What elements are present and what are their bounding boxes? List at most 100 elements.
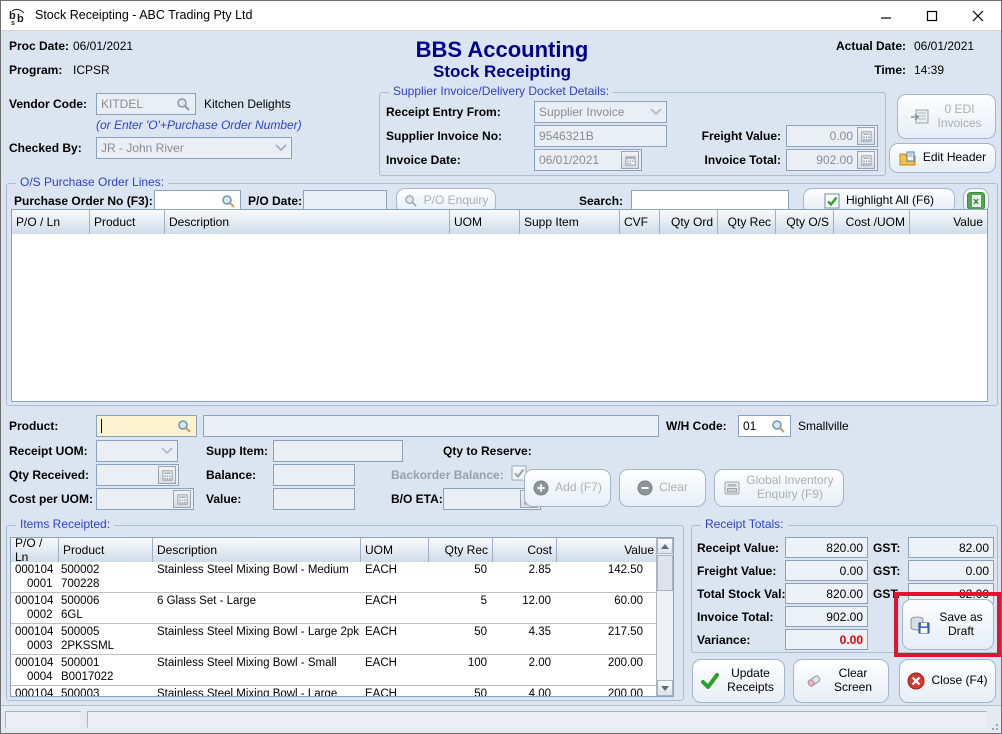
time-value: 14:39 bbox=[914, 63, 944, 77]
freight-value: 0.00 bbox=[830, 129, 853, 143]
po-date-label: P/O Date: bbox=[248, 194, 302, 208]
vendor-code-value: KITDEL bbox=[101, 97, 143, 111]
bo-eta-label: B/O ETA: bbox=[391, 492, 443, 506]
value-input bbox=[273, 488, 355, 510]
folder-edit-icon bbox=[899, 151, 917, 166]
table-row[interactable]: 0001040002 5000066GL 6 Glass Set - Large… bbox=[11, 593, 656, 624]
green-check-icon bbox=[701, 673, 719, 689]
invoice-total-sum-box: 902.00 bbox=[785, 606, 868, 627]
variance-box: 0.00 bbox=[785, 629, 868, 650]
product-label: Product: bbox=[9, 419, 58, 433]
checked-by-select: JR - John River bbox=[96, 137, 292, 159]
qty-received-label: Qty Received: bbox=[9, 468, 89, 482]
svg-text:s: s bbox=[11, 20, 15, 26]
items-col-header: Product bbox=[59, 538, 153, 562]
scroll-down-button[interactable] bbox=[657, 680, 673, 696]
items-table: P/O / Ln Product Description UOM Qty Rec… bbox=[10, 537, 674, 697]
app-window: b b s Stock Receipting - ABC Trading Pty… bbox=[0, 0, 1002, 734]
close-form-button[interactable]: Close (F4) bbox=[899, 659, 996, 703]
save-as-draft-label: Save as Draft bbox=[936, 611, 986, 639]
items-col-header: Description bbox=[153, 538, 361, 562]
inventory-icon bbox=[724, 481, 740, 495]
program-label: Program: bbox=[9, 63, 62, 77]
clear-screen-button[interactable]: Clear Screen bbox=[793, 659, 889, 703]
calculator-icon bbox=[173, 490, 191, 508]
status-message-area bbox=[87, 711, 987, 728]
items-scrollbar[interactable] bbox=[656, 538, 673, 696]
invoice-date-input: 06/01/2021 bbox=[534, 149, 642, 171]
supp-item-input bbox=[273, 440, 403, 462]
update-receipts-label: Update Receipts bbox=[725, 667, 777, 695]
scroll-thumb[interactable] bbox=[657, 555, 673, 591]
po-col-header: Qty Rec bbox=[718, 210, 776, 234]
table-row[interactable]: 0001040004 500001B0017022 Stainless Stee… bbox=[11, 655, 656, 686]
status-bar bbox=[1, 705, 1001, 733]
resize-grip[interactable] bbox=[989, 721, 999, 731]
items-col-header: Cost bbox=[493, 538, 557, 562]
gst-label: GST: bbox=[873, 564, 900, 578]
global-inventory-label: Global Inventory Enquiry (F9) bbox=[746, 474, 834, 502]
po-col-header: P/O / Ln bbox=[12, 210, 90, 234]
scroll-up-button[interactable] bbox=[657, 538, 673, 554]
receipt-entry-from-select: Supplier Invoice bbox=[534, 101, 667, 123]
edi-invoices-button: 0 EDI Invoices bbox=[897, 94, 996, 139]
receipt-value-box: 820.00 bbox=[785, 537, 868, 558]
supplier-invoice-no-input: 9546321B bbox=[534, 125, 667, 147]
checked-checkbox-icon bbox=[824, 193, 840, 209]
balance-input bbox=[273, 464, 355, 486]
arrow-down-icon bbox=[661, 686, 669, 691]
items-receipted-legend: Items Receipted: bbox=[16, 517, 114, 531]
magnifier-icon bbox=[176, 97, 191, 112]
chevron-down-icon bbox=[275, 144, 287, 152]
maximize-button[interactable] bbox=[909, 1, 955, 31]
wh-name: Smallville bbox=[798, 419, 849, 433]
receipt-value-label: Receipt Value: bbox=[697, 541, 779, 555]
po-table-body[interactable] bbox=[12, 234, 987, 401]
cost-per-uom-label: Cost per UOM: bbox=[9, 492, 93, 506]
excel-icon bbox=[967, 192, 985, 210]
title-bar: b b s Stock Receipting - ABC Trading Pty… bbox=[1, 1, 1001, 31]
wh-code-label: W/H Code: bbox=[666, 419, 727, 433]
magnifier-icon bbox=[177, 419, 192, 434]
invoice-date-value: 06/01/2021 bbox=[539, 153, 599, 167]
po-col-header: CVF bbox=[620, 210, 660, 234]
items-col-header: Qty Rec bbox=[429, 538, 493, 562]
update-receipts-button[interactable]: Update Receipts bbox=[692, 659, 785, 703]
arrow-up-icon bbox=[661, 544, 669, 549]
freight-value-input: 0.00 bbox=[786, 125, 878, 147]
close-icon bbox=[973, 11, 983, 21]
invoice-total-sum-label: Invoice Total: bbox=[697, 610, 773, 624]
edit-header-button[interactable]: Edit Header bbox=[889, 143, 996, 173]
invoice-date-label: Invoice Date: bbox=[386, 153, 461, 167]
table-row[interactable]: 0001040001 500002700228 Stainless Steel … bbox=[11, 562, 656, 593]
app-logo-icon: b b s bbox=[9, 7, 28, 26]
freight-total-label: Freight Value: bbox=[697, 564, 776, 578]
close-button[interactable] bbox=[955, 1, 1001, 31]
clear-screen-label: Clear Screen bbox=[829, 667, 877, 695]
checked-by-label: Checked By: bbox=[9, 141, 82, 155]
freight-total-box: 0.00 bbox=[785, 560, 868, 581]
highlight-all-label: Highlight All (F6) bbox=[846, 194, 934, 208]
balance-label: Balance: bbox=[206, 468, 256, 482]
save-as-draft-button[interactable]: Save as Draft bbox=[902, 599, 994, 650]
search-label: Search: bbox=[579, 194, 623, 208]
backorder-balance-label: Backorder Balance: bbox=[391, 468, 504, 482]
table-row[interactable]: 000104 500003 Stainless Steel Mixing Bow… bbox=[11, 686, 656, 696]
status-cell bbox=[5, 711, 81, 728]
product-input[interactable] bbox=[96, 415, 197, 437]
gst-label: GST: bbox=[873, 587, 900, 601]
invoice-total-label: Invoice Total: bbox=[705, 153, 781, 167]
qty-received-input bbox=[96, 464, 179, 486]
receipt-totals-legend: Receipt Totals: bbox=[701, 517, 788, 531]
minimize-button[interactable] bbox=[863, 1, 909, 31]
table-row[interactable]: 0001040003 5000052PKSSML Stainless Steel… bbox=[11, 624, 656, 655]
maximize-icon bbox=[928, 12, 937, 21]
vendor-hint: (or Enter 'O'+Purchase Order Number) bbox=[96, 118, 302, 132]
chevron-down-icon bbox=[161, 447, 173, 455]
close-form-label: Close (F4) bbox=[931, 674, 987, 688]
wh-code-input[interactable]: 01 bbox=[738, 415, 791, 437]
total-stock-label: Total Stock Val: bbox=[697, 587, 785, 601]
time-label: Time: bbox=[874, 63, 906, 77]
variance-label: Variance: bbox=[697, 633, 750, 647]
po-col-header: Qty O/S bbox=[776, 210, 834, 234]
